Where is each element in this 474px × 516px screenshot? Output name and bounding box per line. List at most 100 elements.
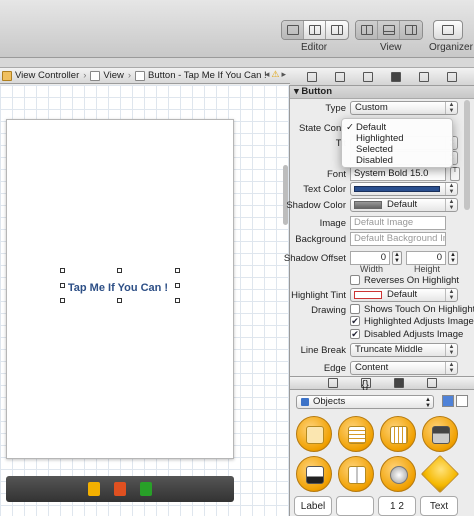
menu-item-default[interactable]: ✓ Default	[342, 122, 452, 133]
font-label: Font	[326, 169, 346, 180]
disabled-adjusts-label: Disabled Adjusts Image	[364, 329, 464, 340]
collection-view-controller-object-icon[interactable]	[380, 416, 416, 452]
inspector-tabs	[290, 68, 474, 86]
button-title[interactable]: Tap Me If You Can !	[62, 282, 174, 294]
font-field[interactable]: System Bold 15.0	[350, 167, 446, 181]
breadcrumb-separator: ›	[127, 70, 132, 81]
resize-handle[interactable]	[175, 268, 180, 273]
standard-editor-button[interactable]	[282, 21, 304, 39]
code-snippet-library-icon[interactable]: {}	[360, 378, 371, 391]
height-stepper[interactable]: ▲ ▼	[448, 251, 458, 265]
shows-touch-label: Shows Touch On Highlight	[364, 304, 474, 315]
navigation-controller-object-icon[interactable]	[422, 416, 458, 452]
standard-editor-icon	[286, 25, 299, 35]
text-color-popup[interactable]: ▲ ▼	[350, 182, 458, 196]
shadow-color-label: Shadow Color	[286, 200, 346, 211]
edge-popup[interactable]: Content ▲ ▼	[350, 361, 458, 375]
highlight-tint-row: Highlight Tint Default ▲ ▼	[290, 288, 464, 304]
menu-item-highlighted[interactable]: Highlighted	[342, 133, 452, 144]
table-view-controller-object-icon[interactable]	[338, 416, 374, 452]
warning-icon[interactable]: ⚠	[271, 69, 279, 80]
utilities-icon	[405, 25, 417, 35]
objects-folder-icon	[301, 398, 309, 406]
quick-help-icon[interactable]	[335, 71, 345, 82]
file-inspector-icon[interactable]	[307, 71, 317, 82]
disabled-adjusts-checkbox[interactable]: ✔	[350, 329, 360, 339]
size-inspector-icon[interactable]	[419, 71, 429, 82]
button-object-tile[interactable]	[336, 496, 374, 516]
breadcrumb-view[interactable]: View	[88, 70, 125, 81]
issue-navigation: ◂ ⚠ ▸	[265, 69, 286, 80]
shadow-offset-height-field[interactable]: 0	[406, 251, 446, 265]
shadow-offset-label: Shadow Offset	[283, 253, 346, 264]
line-break-popup[interactable]: Truncate Middle ▲ ▼	[350, 343, 458, 357]
text-color-row: Text Color ▲ ▼	[290, 182, 464, 198]
file-template-library-icon[interactable]	[327, 378, 338, 388]
height-sublabel: Height	[414, 264, 441, 274]
font-picker-icon[interactable]: T	[450, 167, 460, 181]
page-view-controller-object-icon[interactable]	[338, 456, 374, 492]
exit-icon[interactable]	[140, 482, 152, 496]
organizer-button[interactable]	[433, 20, 463, 40]
library-tabs: {}	[290, 376, 474, 391]
shows-touch-checkbox[interactable]	[350, 304, 360, 314]
menu-item-disabled[interactable]: Disabled	[342, 155, 452, 166]
breadcrumb-view-controller[interactable]: View Controller	[0, 70, 81, 81]
library-filter-popup[interactable]: Objects ▲ ▼	[296, 395, 434, 409]
reverses-label: Reverses On Highlight	[364, 275, 460, 286]
scene-object-icon[interactable]	[114, 482, 126, 496]
debug-area-toggle-button[interactable]	[378, 21, 400, 39]
inspector-scrollbar[interactable]	[464, 100, 470, 210]
text-color-swatch	[354, 186, 440, 192]
object-library-icon[interactable]	[393, 378, 404, 388]
canvas-scrollbar[interactable]	[283, 165, 288, 225]
navigator-toggle-button[interactable]	[356, 21, 378, 39]
text-field-object-tile[interactable]: Text	[420, 496, 458, 516]
icon-view-button[interactable]	[442, 395, 454, 407]
popup-arrows-icon: ▲▼	[445, 289, 457, 301]
editor-label: Editor	[301, 42, 328, 53]
tab-bar-controller-object-icon[interactable]	[296, 456, 332, 492]
previous-issue-icon[interactable]: ◂	[265, 69, 270, 80]
breadcrumb-button[interactable]: Button - Tap Me If You Can !	[133, 70, 269, 81]
identity-inspector-icon[interactable]	[363, 71, 373, 82]
resize-handle[interactable]	[117, 268, 122, 273]
resize-handle[interactable]	[60, 268, 65, 273]
disabled-adjusts-row: ✔ Disabled Adjusts Image	[290, 328, 464, 344]
version-editor-button[interactable]	[326, 21, 348, 39]
highlight-tint-popup[interactable]: Default ▲ ▼	[350, 288, 458, 302]
label-object-tile[interactable]: Label	[294, 496, 332, 516]
image-combo[interactable]: Default Image	[350, 216, 446, 230]
object-cube-icon[interactable]	[420, 454, 460, 494]
storyboard-canvas[interactable]: Tap Me If You Can !	[0, 85, 290, 516]
connections-inspector-icon[interactable]	[447, 71, 457, 82]
attributes-inspector-icon[interactable]	[391, 71, 401, 82]
resize-handle[interactable]	[117, 298, 122, 303]
state-config-menu: ✓ Default Highlighted Selected Disabled	[341, 118, 453, 168]
next-issue-icon[interactable]: ▸	[281, 69, 286, 80]
highlighted-adjusts-checkbox[interactable]: ✔	[350, 316, 360, 326]
view-controller-icon	[2, 70, 12, 81]
segmented-control-object-tile[interactable]: 1 2	[378, 496, 416, 516]
background-combo[interactable]: Default Background Image	[350, 232, 446, 246]
inspector-section-header[interactable]: ▾ Button	[290, 86, 474, 99]
resize-handle[interactable]	[175, 298, 180, 303]
background-row: Background Default Background Image	[290, 232, 464, 248]
media-library-icon[interactable]	[426, 378, 437, 388]
view-controller-object-icon[interactable]	[296, 416, 332, 452]
utilities-toggle-button[interactable]	[400, 21, 422, 39]
first-responder-icon[interactable]	[88, 482, 100, 496]
shadow-offset-width-field[interactable]: 0	[350, 251, 390, 265]
resize-handle[interactable]	[175, 283, 180, 288]
width-stepper[interactable]: ▲ ▼	[392, 251, 402, 265]
shadow-color-swatch	[354, 201, 382, 209]
type-popup[interactable]: Custom ▲ ▼	[350, 101, 458, 115]
popup-arrows-icon: ▲▼	[425, 397, 431, 409]
shadow-color-popup[interactable]: Default ▲ ▼	[350, 198, 458, 212]
assistant-editor-button[interactable]	[304, 21, 326, 39]
reverses-checkbox[interactable]	[350, 275, 360, 285]
menu-item-selected[interactable]: Selected	[342, 144, 452, 155]
resize-handle[interactable]	[60, 298, 65, 303]
glkit-view-controller-object-icon[interactable]	[380, 456, 416, 492]
list-view-button[interactable]	[456, 395, 468, 407]
